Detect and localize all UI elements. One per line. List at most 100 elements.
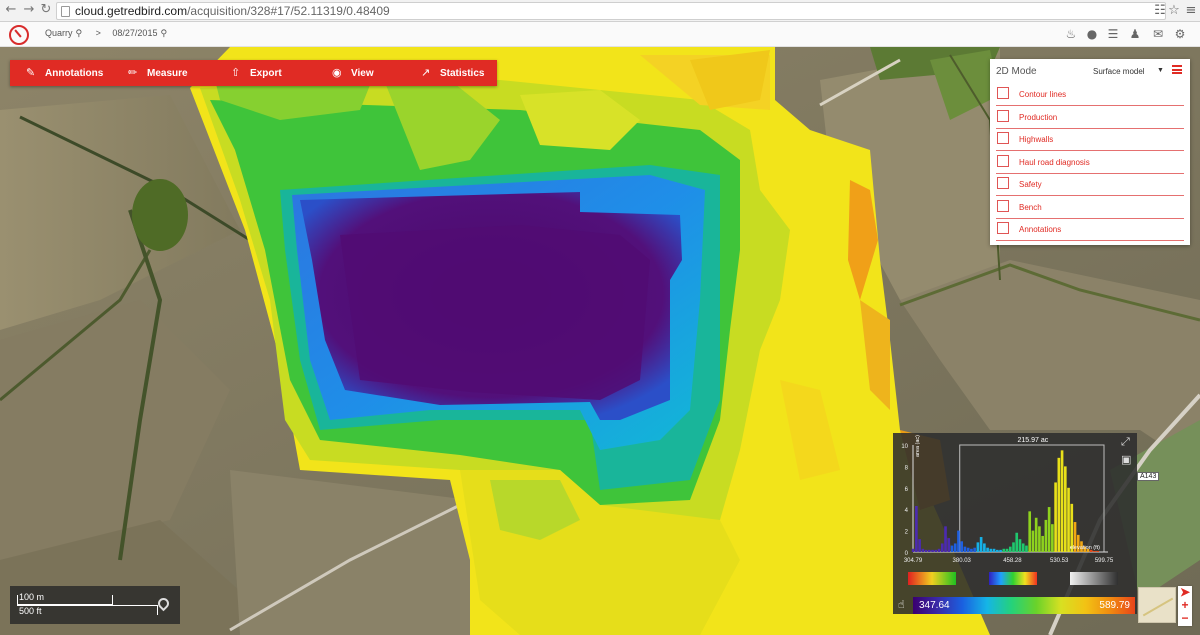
bell-icon[interactable]: ♨ [1064, 27, 1078, 41]
histogram-bar [915, 505, 918, 552]
measure-label: Measure [147, 68, 188, 79]
back-icon[interactable]: ← [4, 3, 18, 17]
elevation-range-slider[interactable]: 347.64 589.79 [913, 597, 1135, 614]
layers-panel: 2D Mode Surface model ▼ Contour lines Pro… [990, 59, 1190, 245]
histogram-bar [1067, 487, 1070, 552]
layer-label: Contour lines [1019, 90, 1067, 99]
search-icon[interactable]: ⚲ [160, 29, 167, 39]
x-tick-label: 304.79 [904, 558, 923, 564]
dropdown-arrow-icon[interactable]: ▼ [1157, 67, 1164, 74]
annotations-button[interactable]: ✎ Annotations [26, 60, 103, 86]
histogram-bar [1025, 545, 1028, 552]
list-icon[interactable]: ☰ [1106, 27, 1120, 41]
histogram-bar [970, 548, 973, 552]
histogram-bar [1057, 457, 1061, 552]
layer-checkbox[interactable] [997, 222, 1009, 234]
histogram-bar [924, 549, 928, 552]
model-select[interactable]: Surface model [1093, 67, 1145, 76]
histogram-bar [1028, 511, 1032, 552]
histogram-bar [1044, 519, 1048, 552]
scale-metric: 100 m [19, 592, 45, 602]
histogram-bar [995, 549, 999, 552]
palette-spectral[interactable] [989, 572, 1037, 585]
collapse-icon[interactable]: ⤢ [1121, 435, 1130, 449]
histogram-bar [918, 539, 921, 552]
layer-item[interactable]: Production [996, 107, 1184, 129]
layer-item[interactable]: Safety [996, 174, 1184, 196]
histogram-bar [973, 547, 976, 552]
view-button[interactable]: ◉ View [332, 60, 374, 86]
layer-checkbox[interactable] [997, 154, 1009, 167]
layer-checkbox[interactable] [997, 199, 1009, 212]
palette-grayscale[interactable] [1070, 572, 1118, 585]
globe-icon[interactable]: ● [1085, 27, 1099, 41]
measure-button[interactable]: ✏ Measure [128, 60, 188, 86]
histogram-bar [957, 530, 960, 552]
pointer-icon[interactable]: ☝ [898, 598, 910, 614]
layer-checkbox[interactable] [997, 132, 1009, 144]
histogram-bar [1034, 517, 1038, 552]
export-button[interactable]: ⇧ Export [231, 60, 282, 86]
range-max: 589.79 [1099, 600, 1130, 611]
layer-item[interactable]: Highwalls [996, 129, 1184, 151]
histogram-bar [1021, 543, 1025, 552]
layer-item[interactable]: Haul road diagnosis [996, 152, 1184, 174]
palette-rainbow[interactable] [908, 572, 956, 585]
page-icon [61, 6, 70, 17]
layer-checkbox[interactable] [997, 177, 1009, 189]
address-bar[interactable]: cloud.getredbird.com/acquisition/328#17/… [56, 2, 1166, 20]
mail-icon[interactable]: ✉ [1151, 27, 1165, 41]
histogram-bar [921, 548, 925, 552]
app-header: Quarry ⚲ > 08/27/2015 ⚲ ♨ ● ☰ ♟ ✉ ⚙ [0, 22, 1200, 47]
histogram-bar [1005, 548, 1009, 552]
histogram-bar [1002, 548, 1006, 552]
histogram-bar [1093, 550, 1096, 552]
redbird-logo[interactable] [9, 25, 29, 45]
reload-icon[interactable]: ↻ [39, 3, 53, 17]
star-icon[interactable]: ☆ [1166, 3, 1182, 19]
gear-icon[interactable]: ⚙ [1173, 27, 1187, 41]
layer-item[interactable]: Contour lines [996, 84, 1184, 106]
upload-icon: ⇧ [231, 66, 241, 79]
histogram-bar [960, 541, 964, 552]
layer-label: Safety [1019, 180, 1042, 189]
breadcrumb-date[interactable]: 08/27/2015 [112, 28, 157, 38]
breadcrumb-site[interactable]: Quarry [45, 28, 73, 38]
mini-map[interactable] [1138, 587, 1176, 623]
histogram-bar [928, 549, 931, 552]
layer-item[interactable]: Annotations [996, 219, 1184, 241]
hamburger-menu-icon[interactable] [1172, 65, 1182, 74]
y-tick-label: 6 [905, 487, 909, 493]
y-tick-label: 2 [905, 530, 909, 536]
range-min: 347.64 [919, 600, 950, 611]
users-icon[interactable]: ♟ [1128, 27, 1142, 41]
menu-icon[interactable]: ≡ [1183, 3, 1199, 19]
histogram-bar [976, 542, 980, 552]
export-label: Export [250, 68, 282, 79]
location-pin-icon[interactable] [155, 595, 172, 612]
area-total-label: 215.97 ac [1017, 437, 1048, 444]
layer-label: Haul road diagnosis [1019, 157, 1090, 167]
histogram-bar [931, 549, 934, 552]
histogram-bar [937, 548, 941, 552]
zoom-controls: ➤ + − [1178, 586, 1192, 626]
chart-icon: ↗ [421, 66, 431, 79]
x-tick-label: 530.53 [1050, 558, 1069, 564]
histogram-bar [934, 549, 938, 552]
search-icon[interactable]: ⚲ [76, 29, 83, 39]
main-toolbar: ✎ Annotations ✏ Measure ⇧ Export ◉ View ↗ Sta… [10, 60, 497, 86]
statistics-button[interactable]: ↗ Statistics [421, 60, 484, 86]
histogram-bar [947, 538, 951, 552]
histogram-bar [1031, 530, 1035, 552]
layer-item[interactable]: Bench [996, 197, 1184, 219]
zoom-out-button[interactable]: − [1178, 612, 1192, 625]
scale-imperial: 500 ft [19, 606, 42, 616]
histogram-bar [1096, 550, 1100, 552]
y-tick-label: 8 [905, 465, 909, 471]
layer-checkbox[interactable] [997, 109, 1009, 122]
pencil-icon: ✎ [26, 66, 36, 79]
layer-checkbox[interactable] [997, 87, 1009, 99]
layer-label: Highwalls [1019, 135, 1054, 144]
forward-icon[interactable]: → [22, 3, 36, 17]
fullscreen-icon[interactable]: ▣ [1121, 453, 1131, 466]
